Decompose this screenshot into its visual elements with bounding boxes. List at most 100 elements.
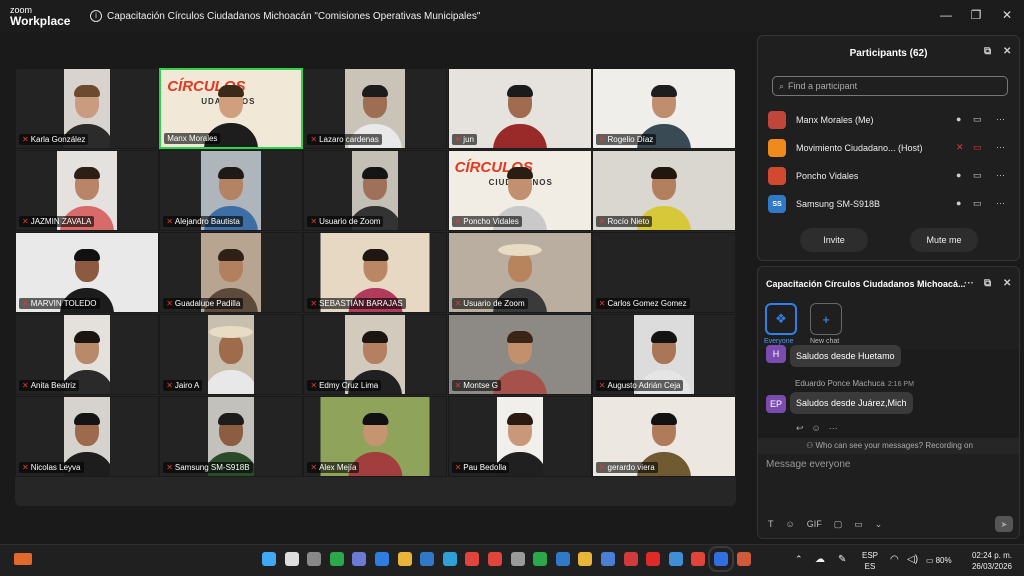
battery-indicator[interactable]: ▭ 80% <box>926 555 952 566</box>
video-tile[interactable]: ✕ Rogelio Díaz <box>591 68 736 149</box>
camera-icon[interactable]: ▭ <box>973 198 982 209</box>
edge-icon[interactable] <box>442 552 457 566</box>
mic-icon[interactable]: ● <box>956 170 961 180</box>
video-tile[interactable]: ✕ Carlos Gomez Gomez <box>591 232 736 313</box>
video-tile[interactable]: ✕ MARVIN TOLEDO <box>15 232 159 313</box>
video-tile[interactable]: ✕ Usuario de Zoom <box>447 232 592 313</box>
video-tile[interactable]: CÍRCULOSCIUDADANOS✕Poncho Vidales <box>447 150 592 231</box>
close-icon[interactable]: ✕ <box>1003 278 1011 289</box>
video-tile[interactable]: ✕ Montse G <box>447 314 592 395</box>
format-text-icon[interactable]: T <box>768 519 774 530</box>
mail-icon[interactable] <box>420 552 435 566</box>
mic-muted-icon[interactable]: ✕ <box>956 142 964 153</box>
notepad-icon[interactable] <box>601 552 615 566</box>
mic-icon[interactable]: ● <box>956 114 961 124</box>
files-icon[interactable] <box>397 552 412 566</box>
zoom-icon[interactable] <box>708 546 734 572</box>
screenshot-icon[interactable]: ▭ <box>854 519 863 530</box>
send-button[interactable]: ➤ <box>995 516 1013 532</box>
check-icon[interactable] <box>375 552 389 566</box>
sheets-icon[interactable] <box>533 552 548 566</box>
video-tile[interactable]: ✕ Anita Beatriz <box>15 314 159 395</box>
language-indicator[interactable]: ESP ES <box>862 550 878 572</box>
message-input[interactable]: Message everyone <box>766 459 851 470</box>
mic-icon[interactable]: ● <box>956 198 961 208</box>
reply-icon[interactable]: ↩ <box>796 423 804 434</box>
task-view-icon[interactable] <box>307 552 322 566</box>
chrome-icon[interactable] <box>465 552 480 566</box>
search-input[interactable]: ⌕ Find a participant <box>772 76 1008 96</box>
info-icon[interactable]: i <box>90 10 102 22</box>
feedback-icon[interactable]: ✎ <box>838 554 846 565</box>
app-icon[interactable] <box>623 552 638 566</box>
wifi-icon[interactable]: ◠ <box>890 554 899 565</box>
more-icon[interactable]: ··· <box>829 423 838 434</box>
more-icon[interactable]: ··· <box>996 198 1005 208</box>
video-tile[interactable]: ✕ Guadalupe Padilla <box>159 232 304 313</box>
video-tile[interactable]: ✕ Augusto Adrián Ceja <box>591 314 736 395</box>
video-tile[interactable]: ✕ gerardo viera <box>591 396 736 477</box>
minimize-button[interactable]: — <box>938 8 954 22</box>
file-icon[interactable]: ▢ <box>834 519 843 530</box>
participant-row[interactable]: Manx Morales (Me) ● ▭ ··· <box>768 106 1014 134</box>
camera-icon[interactable]: ▭ <box>973 114 982 125</box>
volume-icon[interactable]: ◁) <box>907 554 918 565</box>
video-tile[interactable]: ✕ JAZMIN ZAVALA <box>15 150 159 231</box>
new-chat-button[interactable]: + <box>810 303 842 335</box>
video-tile[interactable]: ✕ Pau Bedolla <box>447 396 592 477</box>
widgets-icon[interactable] <box>14 553 32 565</box>
chrome-icon-3[interactable] <box>691 552 706 566</box>
more-icon[interactable]: ··· <box>996 114 1005 124</box>
video-tile[interactable]: ✕ Samsung SM-S918B <box>159 396 304 477</box>
video-tile[interactable]: ✕ SEBASTIÁN BARAJAS <box>303 232 448 313</box>
chrome-icon-2[interactable] <box>488 552 502 566</box>
settings-icon[interactable] <box>510 552 525 566</box>
more-icon[interactable]: ··· <box>996 142 1005 152</box>
more-icon[interactable]: ··· <box>964 278 974 289</box>
video-tile[interactable]: ✕ Rocío Nieto <box>591 150 736 231</box>
emoji-icon[interactable]: ☺ <box>786 519 795 530</box>
message-bubble[interactable]: Saludos desde Huetamo <box>790 345 901 367</box>
app2-icon[interactable] <box>736 552 751 566</box>
video-tile[interactable]: CÍRCULOSUDADANOSManx Morales <box>159 68 304 149</box>
popout-icon[interactable]: ⧉ <box>984 278 991 289</box>
video-tile[interactable]: ✕ Usuario de Zoom <box>303 150 448 231</box>
chevron-up-icon[interactable]: ⌃ <box>795 554 803 565</box>
video-tile[interactable]: ✕ Alex Mejía <box>303 396 448 477</box>
video-tile[interactable]: ✕ Alejandro Bautista <box>159 150 304 231</box>
cloud-icon[interactable]: ☁ <box>815 554 825 565</box>
everyone-chat-button[interactable]: ❖ <box>765 303 797 335</box>
video-tile[interactable]: ✕ Lazaro cardenas <box>303 68 448 149</box>
popout-icon[interactable]: ⧉ <box>984 46 991 57</box>
restore-button[interactable]: ❐ <box>968 8 984 22</box>
clock[interactable]: 02:24 p. m. 26/03/2026 <box>964 550 1020 572</box>
word-icon[interactable] <box>555 552 570 566</box>
video-tile[interactable]: ✕ jun <box>447 68 592 149</box>
mute-me-button[interactable]: Mute me <box>910 228 978 252</box>
message-bubble[interactable]: Saludos desde Juárez,Mich <box>790 392 913 414</box>
search-icon[interactable] <box>284 552 299 566</box>
video-tile[interactable]: ✕ Jairo A <box>159 314 304 395</box>
video-tile[interactable]: ✕ Nicolas Leyva <box>15 396 159 477</box>
participant-row[interactable]: Movimiento Ciudadano... (Host) ✕ ▭ ··· <box>768 134 1014 162</box>
video-tile[interactable]: ✕ Edmy Cruz Lima <box>303 314 448 395</box>
more-icon[interactable]: ··· <box>996 170 1005 180</box>
gif-button[interactable]: GIF <box>807 519 822 530</box>
chat-icon[interactable] <box>352 552 367 566</box>
chevron-down-icon[interactable]: ⌄ <box>875 519 883 530</box>
participant-row[interactable]: SS Samsung SM-S918B ● ▭ ··· <box>768 190 1014 218</box>
photos-icon[interactable] <box>668 552 683 566</box>
youtube-icon[interactable] <box>646 552 661 566</box>
video-tile[interactable]: ✕ Karla González <box>15 68 159 149</box>
invite-button[interactable]: Invite <box>800 228 868 252</box>
close-icon[interactable]: ✕ <box>1003 46 1011 57</box>
recording-notice[interactable]: ⚇ Who can see your messages? Recording o… <box>758 438 1019 454</box>
xbox-icon[interactable] <box>329 552 344 566</box>
close-button[interactable]: ✕ <box>999 8 1015 22</box>
emoji-icon[interactable]: ☺ <box>812 423 821 434</box>
camera-icon[interactable]: ▭ <box>973 170 982 181</box>
windows-start-icon[interactable] <box>262 552 276 566</box>
folder-icon[interactable] <box>578 552 593 566</box>
camera-off-icon[interactable]: ▭ <box>973 142 982 153</box>
participant-row[interactable]: Poncho Vidales ● ▭ ··· <box>768 162 1014 190</box>
